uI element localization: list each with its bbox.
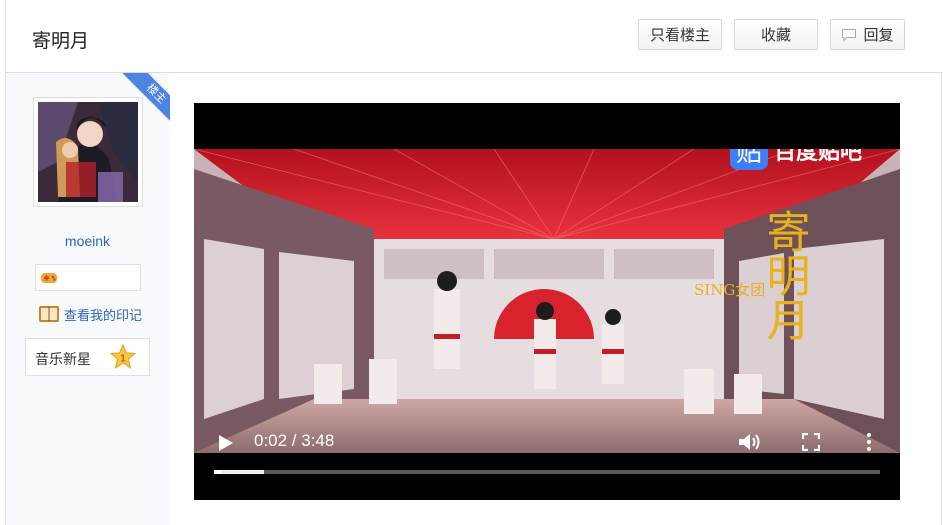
watermark-brand-glyph: 贴	[736, 149, 762, 168]
author-badge-box	[35, 264, 141, 291]
more-options-icon[interactable]	[866, 432, 872, 452]
gamepad-badge-icon[interactable]	[40, 270, 58, 285]
avatar-image	[38, 102, 138, 202]
only-op-button[interactable]: 只看楼主	[638, 19, 722, 50]
volume-icon[interactable]	[738, 431, 762, 453]
level-number: 1	[120, 354, 126, 365]
video-frame: 贴 百度贴吧 寄明月 SING女团	[194, 149, 900, 453]
video-time: 0:02 / 3:48	[254, 431, 335, 450]
level-name: 音乐新星	[35, 351, 91, 367]
progress-buffered	[214, 470, 264, 474]
play-icon[interactable]	[218, 434, 234, 452]
view-marks-label: 查看我的印记	[64, 307, 143, 323]
reply-label: 回复	[863, 27, 894, 44]
fullscreen-icon[interactable]	[802, 433, 820, 451]
post-title: 寄明月	[32, 31, 90, 52]
author-username[interactable]: moeink	[6, 233, 169, 249]
post-header: 寄明月 只看楼主 收藏 回复	[6, 0, 942, 73]
speech-bubble-icon	[842, 28, 857, 42]
video-progress-bar[interactable]	[214, 470, 880, 474]
watermark-brand-text: 百度贴吧	[774, 149, 862, 165]
avatar[interactable]	[33, 97, 143, 207]
level-star-icon: 1	[110, 344, 136, 370]
progress-played	[214, 470, 221, 474]
favorite-button[interactable]: 收藏	[734, 19, 818, 50]
book-icon	[39, 306, 59, 322]
level-box: 音乐新星 1	[25, 338, 150, 376]
video-title-overlay: 寄明月	[759, 209, 810, 341]
video-player[interactable]: 贴 百度贴吧 寄明月 SING女团 0:02 / 3:48	[194, 103, 900, 500]
group-label: SING女团	[694, 281, 765, 299]
reply-button[interactable]: 回复	[830, 19, 905, 50]
view-marks-link[interactable]: 查看我的印记	[38, 303, 142, 325]
video-controls: 0:02 / 3:48	[194, 418, 900, 500]
